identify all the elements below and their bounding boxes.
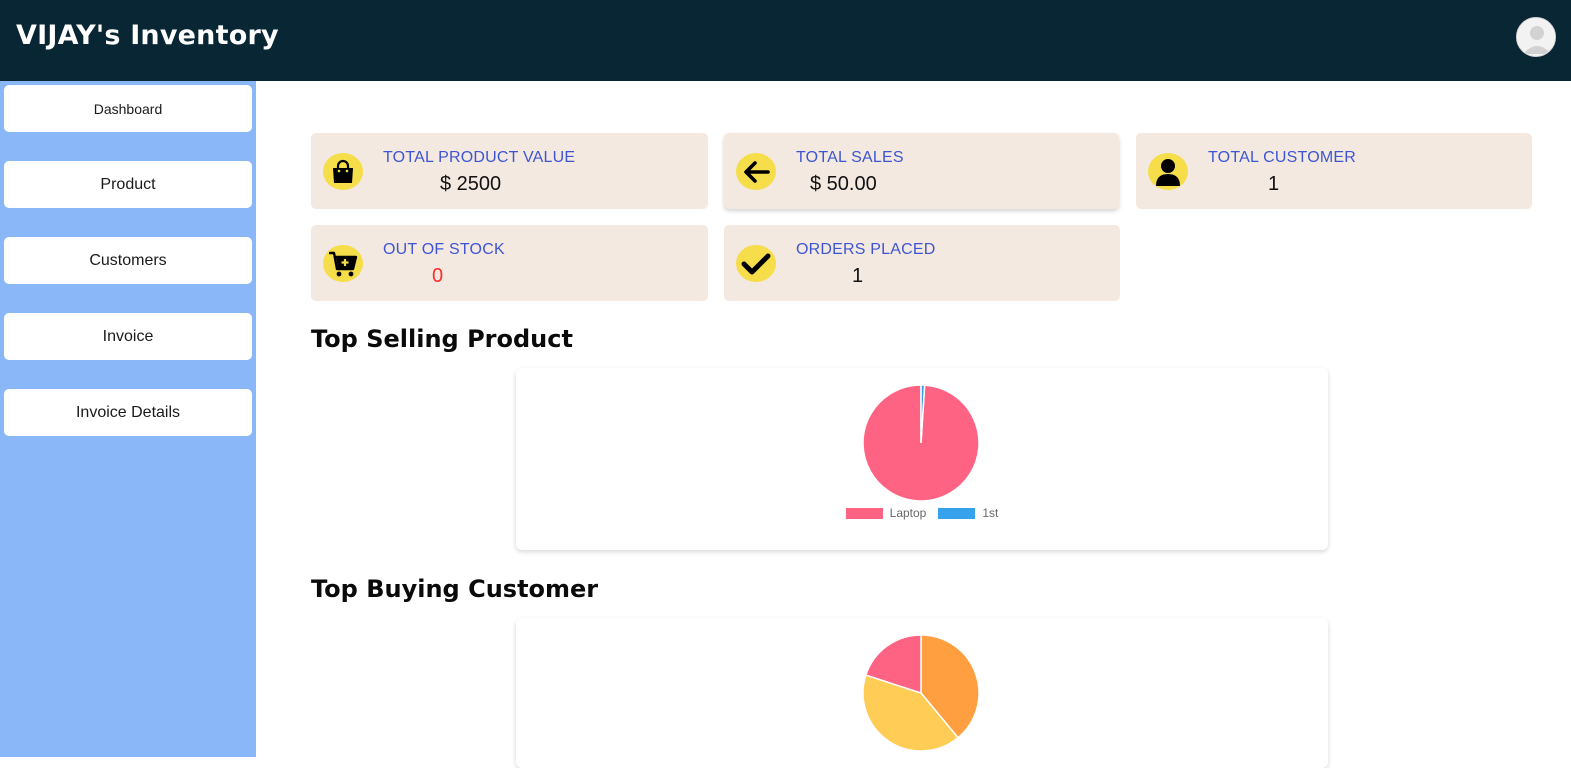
legend-item[interactable]: Laptop [845, 506, 927, 520]
arrow-left-icon [736, 153, 776, 190]
app-title: VIJAY's Inventory [16, 20, 279, 51]
card-label: OUT OF STOCK [383, 241, 505, 258]
card-total-customer: TOTAL CUSTOMER 1 [1136, 133, 1532, 209]
card-value: 0 [432, 265, 444, 287]
sidebar-item-invoice[interactable]: Invoice [4, 313, 252, 360]
legend-swatch [938, 507, 976, 519]
legend-swatch [845, 507, 883, 519]
card-value: $ 2500 [440, 173, 502, 195]
checkmark-icon [736, 245, 776, 282]
chart-top-buying [516, 618, 1328, 768]
user-avatar-icon[interactable] [1516, 17, 1556, 57]
card-label: TOTAL CUSTOMER [1208, 149, 1357, 166]
card-orders-placed: ORDERS PLACED 1 [724, 225, 1120, 301]
top-navbar: VIJAY's Inventory [0, 0, 1571, 81]
shopping-bag-icon [323, 153, 363, 190]
card-value: 1 [1268, 173, 1280, 195]
legend-label: Laptop [889, 506, 927, 520]
card-total-product-value: TOTAL PRODUCT VALUE $ 2500 [311, 133, 708, 209]
legend-label: 1st [982, 506, 999, 520]
card-label: TOTAL PRODUCT VALUE [383, 149, 576, 166]
cart-plus-icon [323, 245, 363, 282]
sidebar-item-invoice-details[interactable]: Invoice Details [4, 389, 252, 436]
card-total-sales: TOTAL SALES $ 50.00 [724, 133, 1119, 209]
user-icon [1148, 153, 1188, 190]
card-label: ORDERS PLACED [796, 241, 936, 258]
pie-chart-top-buying [862, 634, 980, 752]
section-title-top-buying: Top Buying Customer [311, 575, 599, 603]
pie-chart-top-selling [862, 384, 980, 502]
section-title-top-selling: Top Selling Product [311, 325, 573, 353]
card-value: $ 50.00 [810, 173, 877, 195]
chart-top-selling: Laptop 1st [516, 368, 1328, 550]
legend-item[interactable]: 1st [938, 506, 998, 520]
sidebar-item-dashboard[interactable]: Dashboard [4, 85, 252, 132]
card-label: TOTAL SALES [796, 149, 904, 166]
sidebar-item-customers[interactable]: Customers [4, 237, 252, 284]
sidebar: Dashboard Product Customers Invoice Invo… [0, 81, 256, 757]
sidebar-item-product[interactable]: Product [4, 161, 252, 208]
chart-legend: Laptop 1st [516, 506, 1328, 520]
card-value: 1 [852, 265, 864, 287]
card-out-of-stock: OUT OF STOCK 0 [311, 225, 708, 301]
